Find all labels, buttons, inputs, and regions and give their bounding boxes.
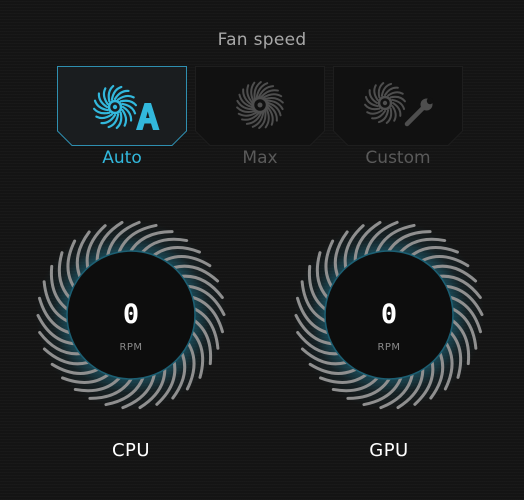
gpu-fan-label: GPU xyxy=(369,440,409,461)
panel-title: Fan speed xyxy=(217,30,307,50)
custom-mode-label: Custom xyxy=(365,148,431,168)
cpu-fan-gauge: 0 RPM xyxy=(31,215,231,415)
auto-mode-label: Auto xyxy=(102,148,142,168)
auto-mode-button[interactable]: Auto xyxy=(57,66,187,176)
cpu-rpm-value: 0 xyxy=(122,299,140,330)
wrench-icon xyxy=(404,97,434,127)
fan-max-icon xyxy=(236,81,284,129)
max-mode-label: Max xyxy=(242,148,278,168)
gpu-rpm-unit: RPM xyxy=(377,342,401,353)
custom-mode-button[interactable]: Custom xyxy=(333,66,463,176)
gpu-fan-gauge: 0 RPM xyxy=(289,215,489,415)
max-mode-button[interactable]: Max xyxy=(195,66,325,176)
fan-auto-icon xyxy=(92,84,160,130)
cpu-rpm-unit: RPM xyxy=(119,342,143,353)
gpu-rpm-value: 0 xyxy=(380,299,398,330)
fan-custom-icon xyxy=(364,82,434,127)
cpu-fan-label: CPU xyxy=(111,440,151,461)
fan-mode-selector: Auto Max Custom xyxy=(57,66,463,176)
